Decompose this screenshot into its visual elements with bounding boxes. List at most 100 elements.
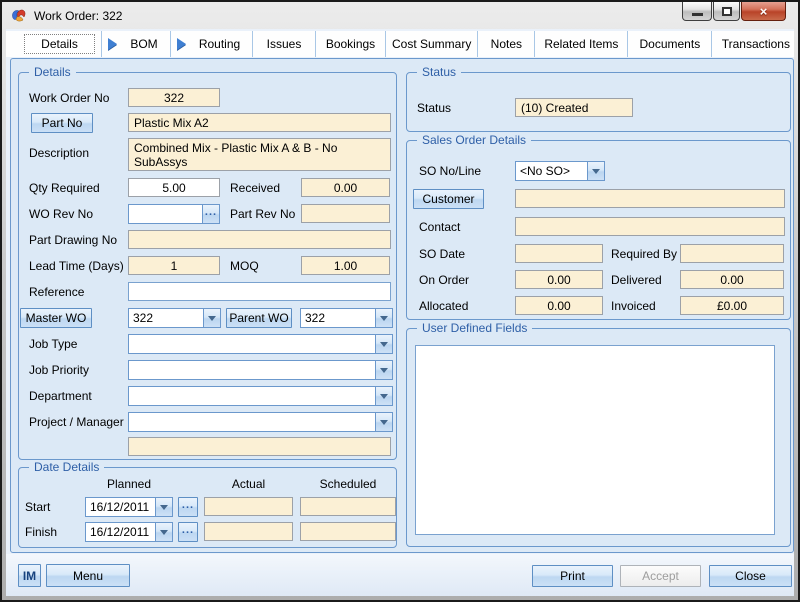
chevron-down-icon[interactable] [203, 309, 220, 327]
chevron-down-icon[interactable] [155, 523, 172, 541]
chevron-down-icon[interactable] [375, 309, 392, 327]
actual-column-header: Actual [231, 477, 266, 491]
part-rev-no-field [301, 204, 390, 223]
arrow-glyph [380, 419, 388, 425]
start-planned-date-picker[interactable]: 16/12/2011 [85, 497, 173, 517]
status-label: Status [417, 101, 452, 115]
footer-bar: IM Menu Print Accept Close [6, 554, 794, 596]
minimize-button[interactable] [682, 2, 712, 21]
finish-planned-date-picker[interactable]: 16/12/2011 [85, 522, 173, 542]
tab-label: Related Items [544, 37, 619, 51]
work-order-no-label: Work Order No [29, 91, 110, 105]
required-by-label: Required By [611, 247, 678, 261]
so-date-label: SO Date [419, 247, 466, 261]
tab-notes[interactable]: Notes [478, 31, 536, 57]
tab-transactions[interactable]: Transactions [712, 31, 798, 57]
app-icon [11, 8, 27, 24]
qty-required-label: Qty Required [29, 181, 100, 195]
tab-arrow-icon [176, 38, 186, 50]
so-no-line-combo[interactable]: <No SO> [515, 161, 605, 181]
lead-time-label: Lead Time (Days) [29, 259, 124, 273]
chevron-down-icon[interactable] [375, 413, 392, 431]
tab-related-items[interactable]: Related Items [535, 31, 629, 57]
details-group-legend: Details [29, 65, 76, 79]
close-button[interactable]: Close [709, 565, 792, 587]
project-manager-combo[interactable] [128, 412, 393, 432]
arrow-glyph [380, 393, 388, 399]
tab-routing[interactable]: Routing [171, 31, 253, 57]
arrow-glyph [208, 315, 216, 321]
allocated-label: Allocated [419, 299, 469, 313]
print-button[interactable]: Print [532, 565, 613, 587]
chevron-down-icon[interactable] [375, 361, 392, 379]
menu-button[interactable]: Menu [46, 564, 130, 587]
job-type-combo[interactable] [128, 334, 393, 354]
job-priority-combo[interactable] [128, 360, 393, 380]
close-window-button[interactable]: × [741, 2, 786, 21]
details-group: Details Work Order No 322 Part No Plasti… [18, 65, 397, 460]
work-order-no-field: 322 [128, 88, 220, 107]
department-combo[interactable] [128, 386, 393, 406]
status-field: (10) Created [515, 98, 633, 117]
wo-rev-no-label: WO Rev No [29, 207, 94, 221]
user-defined-fields-box[interactable] [415, 345, 775, 535]
wo-rev-no-input[interactable]: ... [128, 204, 220, 224]
planned-column-header: Planned [106, 477, 152, 491]
finish-label: Finish [25, 525, 58, 539]
finish-scheduled-field [300, 522, 396, 541]
tab-cost-summary[interactable]: Cost Summary [386, 31, 479, 57]
description-field: Combined Mix - Plastic Mix A & B - No Su… [128, 138, 391, 171]
arrow-glyph [160, 529, 168, 535]
part-no-field: Plastic Mix A2 [128, 113, 391, 132]
user-defined-fields-group: User Defined Fields [406, 321, 791, 547]
arrow-glyph [380, 367, 388, 373]
tab-details[interactable]: Details [18, 31, 102, 57]
wo-rev-no-value [129, 205, 202, 223]
tab-label: Cost Summary [392, 37, 472, 51]
tab-label: Details [24, 34, 95, 54]
minimize-icon [691, 12, 703, 16]
qty-required-input[interactable]: 5.00 [128, 178, 220, 197]
tab-issues[interactable]: Issues [253, 31, 316, 57]
parent-wo-button[interactable]: Parent WO [226, 308, 292, 328]
project-detail-field [128, 437, 391, 456]
date-details-legend: Date Details [29, 460, 105, 474]
im-button[interactable]: IM [18, 564, 41, 587]
chevron-down-icon[interactable] [375, 387, 392, 405]
tab-label: Notes [490, 37, 523, 51]
finish-calendar-button[interactable]: ... [178, 522, 198, 542]
tab-bookings[interactable]: Bookings [316, 31, 386, 57]
reference-label: Reference [29, 285, 85, 299]
customer-button[interactable]: Customer [413, 189, 484, 209]
job-priority-value [129, 361, 375, 379]
reference-input[interactable] [128, 282, 391, 301]
scheduled-column-header: Scheduled [319, 477, 377, 491]
maximize-button[interactable] [713, 2, 740, 21]
department-label: Department [29, 389, 92, 403]
accept-button[interactable]: Accept [620, 565, 701, 587]
project-manager-label: Project / Manager [29, 415, 124, 429]
tab-bom[interactable]: BOM [102, 31, 171, 57]
chevron-down-icon[interactable] [155, 498, 172, 516]
master-wo-button[interactable]: Master WO [20, 308, 92, 328]
master-wo-combo[interactable]: 322 [128, 308, 221, 328]
tab-documents[interactable]: Documents [628, 31, 713, 57]
part-no-button[interactable]: Part No [31, 113, 93, 133]
start-calendar-button[interactable]: ... [178, 497, 198, 517]
parent-wo-combo[interactable]: 322 [300, 308, 393, 328]
titlebar[interactable]: Work Order: 322 [2, 2, 798, 29]
close-icon: × [759, 3, 768, 19]
wo-rev-no-ellipsis-button[interactable]: ... [202, 205, 219, 223]
work-order-window: Work Order: 322 × Details BOM Routing Is… [0, 0, 800, 602]
customer-field [515, 189, 785, 208]
so-no-line-label: SO No/Line [419, 164, 482, 178]
maximize-icon [721, 6, 732, 16]
chevron-down-icon[interactable] [375, 335, 392, 353]
received-label: Received [230, 181, 281, 195]
delivered-label: Delivered [611, 273, 662, 287]
chevron-down-icon[interactable] [587, 162, 604, 180]
sales-order-legend: Sales Order Details [417, 133, 532, 147]
arrow-glyph [160, 504, 168, 510]
start-scheduled-field [300, 497, 396, 516]
start-planned-value: 16/12/2011 [90, 500, 150, 514]
